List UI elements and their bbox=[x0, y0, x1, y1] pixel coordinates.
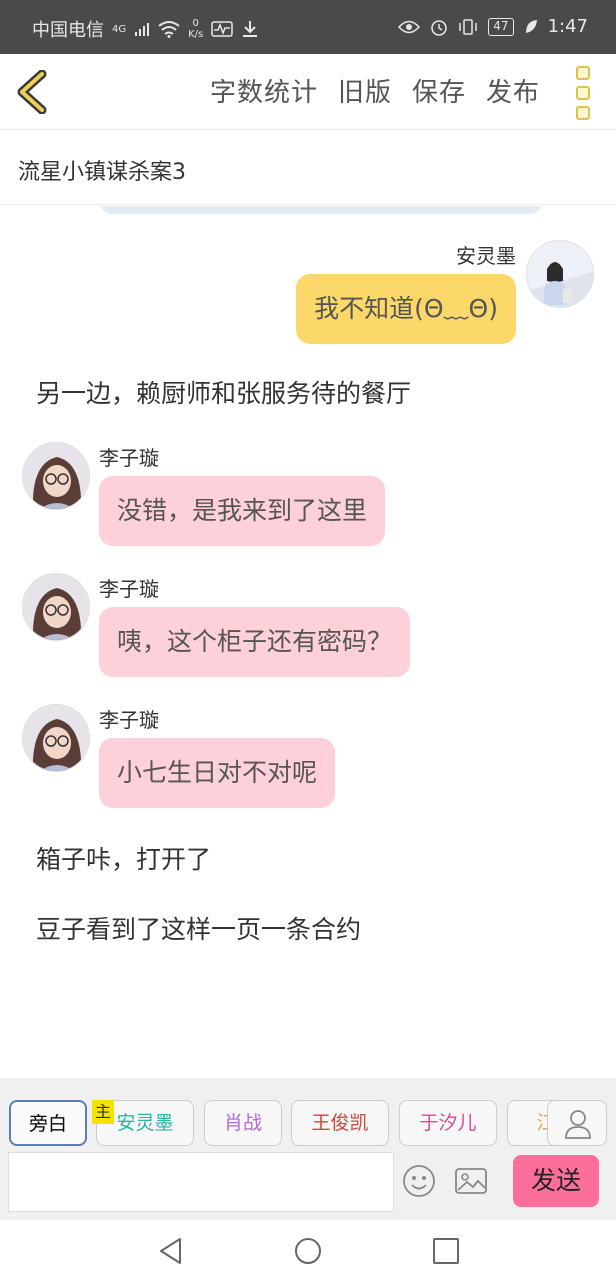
signal-icon bbox=[135, 23, 150, 36]
character-chip[interactable]: 王俊凯 bbox=[291, 1100, 389, 1146]
sender-name: 李子璇 bbox=[99, 577, 159, 601]
network-speed-value: 0 bbox=[192, 18, 199, 29]
narration-text[interactable]: 另一边，赖厨师和张服务待的餐厅 bbox=[36, 374, 411, 410]
menu-dot bbox=[576, 86, 590, 100]
person-icon bbox=[565, 1110, 591, 1139]
message-bubble[interactable]: 小七生日对不对呢 bbox=[99, 738, 336, 808]
send-button[interactable]: 发送 bbox=[513, 1155, 599, 1207]
narration-text[interactable]: 箱子咔，打开了 bbox=[36, 840, 211, 876]
publish-button[interactable]: 发布 bbox=[486, 72, 540, 109]
story-title-bar[interactable]: 流星小镇谋杀案3 bbox=[0, 130, 616, 205]
network-speed: 0 K/s bbox=[188, 18, 203, 40]
character-selector[interactable]: 旁白 安灵墨 肖战 王俊凯 于汐儿 江 bbox=[0, 1098, 570, 1148]
character-chip-narrator[interactable]: 旁白 bbox=[9, 1100, 87, 1146]
character-chip[interactable]: 于汐儿 bbox=[399, 1100, 497, 1146]
add-character-button[interactable] bbox=[547, 1100, 607, 1146]
composer: 旁白 安灵墨 肖战 王俊凯 于汐儿 江 主 发送 bbox=[0, 1078, 616, 1220]
character-chip[interactable]: 肖战 bbox=[204, 1100, 282, 1146]
battery-icon: 47 bbox=[488, 17, 514, 36]
message-bubble[interactable]: 我不知道(Θ﹏Θ) bbox=[296, 274, 516, 344]
save-button[interactable]: 保存 bbox=[412, 72, 466, 109]
avatar-li-zixuan[interactable] bbox=[22, 704, 90, 772]
avatar-li-zixuan[interactable] bbox=[22, 573, 90, 641]
wifi-icon bbox=[158, 21, 180, 38]
sender-name: 李子璇 bbox=[99, 446, 159, 470]
avatar-an-lingmo[interactable] bbox=[526, 240, 594, 308]
image-icon[interactable] bbox=[454, 1164, 488, 1198]
message-bubble[interactable]: 咦，这个柜子还有密码？ bbox=[99, 607, 411, 677]
download-icon bbox=[243, 21, 258, 37]
pulse-icon bbox=[211, 21, 234, 37]
nav-home-icon[interactable] bbox=[293, 1236, 323, 1266]
old-version-button[interactable]: 旧版 bbox=[338, 72, 392, 109]
status-bar: 中国电信 4G 0 K/s 47 1:47 bbox=[0, 0, 616, 54]
word-count-button[interactable]: 字数统计 bbox=[210, 72, 318, 109]
sender-name: 李子璇 bbox=[99, 708, 159, 732]
clock: 1:47 bbox=[547, 16, 588, 37]
emoji-icon[interactable] bbox=[402, 1164, 436, 1198]
more-menu-icon[interactable] bbox=[576, 66, 592, 120]
story-title: 流星小镇谋杀案3 bbox=[18, 160, 186, 185]
chat-area[interactable]: 安灵墨 我不知道(Θ﹏Θ) 另一边，赖厨师和张服务待的餐厅 李子璇 没错，是我来… bbox=[0, 206, 616, 1076]
carrier-label: 中国电信 bbox=[32, 20, 104, 41]
back-chevron-icon[interactable] bbox=[14, 70, 54, 114]
nav-recents-icon[interactable] bbox=[431, 1236, 461, 1266]
top-toolbar: 字数统计 旧版 保存 发布 bbox=[0, 54, 616, 130]
eye-icon bbox=[398, 20, 421, 33]
leaf-icon bbox=[525, 19, 537, 33]
menu-dot bbox=[576, 106, 590, 120]
main-character-badge: 主 bbox=[92, 1100, 114, 1124]
sender-name: 安灵墨 bbox=[456, 244, 516, 268]
avatar-li-zixuan[interactable] bbox=[22, 442, 90, 510]
network-speed-unit: K/s bbox=[188, 29, 204, 40]
system-nav-bar bbox=[0, 1220, 616, 1280]
message-input[interactable] bbox=[8, 1152, 394, 1212]
network-type: 4G bbox=[112, 23, 127, 35]
alarm-icon bbox=[431, 19, 448, 36]
menu-dot bbox=[576, 66, 590, 80]
nav-back-icon[interactable] bbox=[156, 1236, 186, 1266]
vibrate-icon bbox=[459, 18, 478, 35]
message-bubble-partial[interactable] bbox=[100, 206, 542, 214]
message-bubble[interactable]: 没错，是我来到了这里 bbox=[99, 476, 386, 546]
narration-text[interactable]: 豆子看到了这样一页一条合约 bbox=[36, 910, 361, 946]
